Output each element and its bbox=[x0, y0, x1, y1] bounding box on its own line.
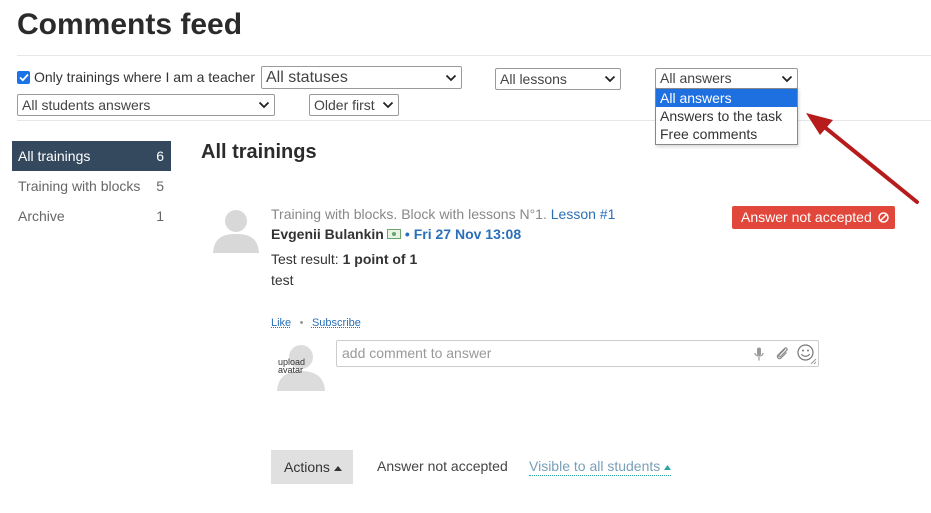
comment-context: Training with blocks. Block with lessons… bbox=[271, 206, 615, 222]
status-select-value: All statuses bbox=[266, 69, 348, 86]
test-result-label: Test result: bbox=[271, 251, 339, 267]
like-link[interactable]: Like bbox=[271, 317, 291, 329]
answer-status-text: Answer not accepted bbox=[377, 458, 508, 474]
paperclip-icon[interactable] bbox=[774, 345, 790, 361]
only-teacher-label: Only trainings where I am a teacher bbox=[34, 69, 255, 85]
page-title: Comments feed bbox=[17, 8, 243, 41]
students-select[interactable]: All students answers bbox=[17, 94, 275, 116]
checkbox-checked-icon[interactable] bbox=[17, 70, 30, 84]
status-badge-label: Answer not accepted bbox=[741, 209, 872, 225]
comment-input-placeholder: add comment to answer bbox=[342, 345, 492, 361]
section-heading: All trainings bbox=[201, 141, 317, 163]
status-select[interactable]: All statuses bbox=[261, 66, 462, 89]
caret-up-icon bbox=[664, 465, 672, 470]
annotation-arrow-icon bbox=[806, 113, 919, 204]
upload-avatar-text: upload avatar bbox=[278, 358, 305, 375]
order-select-value: Older first bbox=[314, 97, 375, 113]
visibility-label: Visible to all students bbox=[529, 458, 661, 474]
status-badge[interactable]: Answer not accepted bbox=[732, 206, 895, 229]
chevron-down-icon bbox=[604, 75, 616, 83]
visibility-toggle[interactable]: Visible to all students bbox=[529, 458, 672, 476]
forbidden-icon bbox=[877, 212, 889, 223]
like-subscribe-separator: • bbox=[299, 317, 304, 329]
money-icon bbox=[386, 229, 401, 239]
header-divider bbox=[17, 55, 931, 56]
comment-context-text: Training with blocks. Block with lessons… bbox=[271, 206, 547, 222]
comment-author-line: Evgenii Bulankin • Fri 27 Nov 13:08 bbox=[271, 226, 521, 242]
students-select-value: All students answers bbox=[22, 97, 151, 113]
answers-dropdown-list: All answers Answers to the task Free com… bbox=[655, 88, 798, 145]
comment-actions: Like • Subscribe bbox=[271, 313, 361, 331]
avatar-placeholder-icon bbox=[213, 210, 259, 253]
actions-button-label: Actions bbox=[284, 459, 330, 475]
sidebar-item-count: 6 bbox=[156, 148, 164, 164]
actions-button[interactable]: Actions bbox=[271, 450, 353, 484]
dropdown-option-answers-to-task[interactable]: Answers to the task bbox=[656, 107, 797, 125]
microphone-icon[interactable] bbox=[754, 347, 764, 361]
lessons-select[interactable]: All lessons bbox=[495, 68, 621, 90]
author-name[interactable]: Evgenii Bulankin bbox=[271, 226, 384, 242]
comment-input[interactable]: add comment to answer bbox=[336, 340, 819, 367]
subscribe-link[interactable]: Subscribe bbox=[312, 317, 361, 329]
lesson-link[interactable]: Lesson #1 bbox=[551, 206, 616, 222]
chevron-down-icon bbox=[445, 74, 457, 82]
test-result-value: 1 point of 1 bbox=[342, 251, 418, 267]
sidebar-item-label: Archive bbox=[18, 208, 65, 224]
only-teacher-filter[interactable]: Only trainings where I am a teacher bbox=[17, 69, 255, 85]
chevron-down-icon bbox=[781, 75, 793, 83]
caret-up-icon bbox=[333, 466, 342, 471]
sidebar-item-archive[interactable]: Archive 1 bbox=[12, 201, 171, 231]
upload-avatar-line: avatar bbox=[278, 365, 304, 375]
test-result: Test result: 1 point of 1 bbox=[271, 251, 417, 267]
sidebar-item-count: 1 bbox=[156, 208, 164, 224]
author-date-separator: • bbox=[404, 226, 410, 242]
sidebar-item-count: 5 bbox=[156, 178, 164, 194]
dropdown-option-all-answers[interactable]: All answers bbox=[656, 89, 797, 107]
order-select[interactable]: Older first bbox=[309, 94, 399, 116]
sidebar-item-label: Training with blocks bbox=[18, 178, 141, 194]
answers-select-value: All answers bbox=[660, 70, 732, 86]
resize-handle-icon[interactable] bbox=[810, 358, 817, 365]
comment-text: test bbox=[271, 272, 294, 288]
sidebar-item-label: All trainings bbox=[18, 148, 91, 164]
lessons-select-value: All lessons bbox=[500, 71, 567, 87]
chevron-down-icon bbox=[258, 101, 270, 109]
dropdown-option-free-comments[interactable]: Free comments bbox=[656, 125, 797, 143]
comment-date[interactable]: Fri 27 Nov 13:08 bbox=[414, 226, 521, 242]
sidebar-item-training-with-blocks[interactable]: Training with blocks 5 bbox=[12, 171, 171, 201]
sidebar-item-all-trainings[interactable]: All trainings 6 bbox=[12, 141, 171, 171]
chevron-down-icon bbox=[382, 101, 394, 109]
answers-select[interactable]: All answers bbox=[655, 68, 798, 89]
upload-avatar[interactable]: upload avatar bbox=[276, 341, 326, 391]
